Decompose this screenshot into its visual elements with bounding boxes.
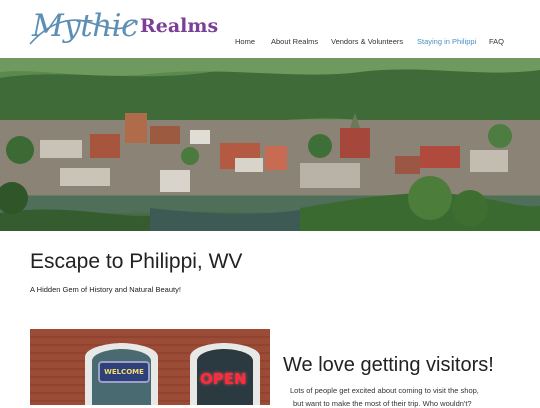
town-landscape-icon	[0, 58, 540, 231]
shop-storefront-icon	[30, 329, 270, 405]
nav-item-vendors-volunteers[interactable]: Vendors & Volunteers	[331, 37, 403, 46]
page-subtitle: A Hidden Gem of History and Natural Beau…	[30, 285, 181, 294]
main-nav: Home About Realms Vendors & Volunteers S…	[0, 37, 540, 51]
visitors-text-line-2: but want to make the most of their trip.…	[293, 399, 472, 408]
logo-bold-word: Realms	[139, 15, 219, 37]
site-header: Mythic Realms Home About Realms Vendors &…	[0, 0, 540, 58]
welcome-sign: WELCOME	[98, 361, 150, 383]
open-sign: OPEN	[200, 370, 247, 388]
visitors-text-line-1: Lots of people get excited about coming …	[290, 386, 479, 395]
nav-item-home[interactable]: Home	[235, 37, 255, 46]
visitors-heading: We love getting visitors!	[283, 354, 494, 376]
nav-item-staying-in-philippi[interactable]: Staying in Philippi	[417, 37, 476, 46]
shop-front-photo: WELCOME OPEN	[30, 329, 270, 405]
nav-item-about-realms[interactable]: About Realms	[271, 37, 318, 46]
hero-image	[0, 58, 540, 231]
page-title: Escape to Philippi, WV	[30, 250, 243, 273]
nav-item-faq[interactable]: FAQ	[489, 37, 504, 46]
